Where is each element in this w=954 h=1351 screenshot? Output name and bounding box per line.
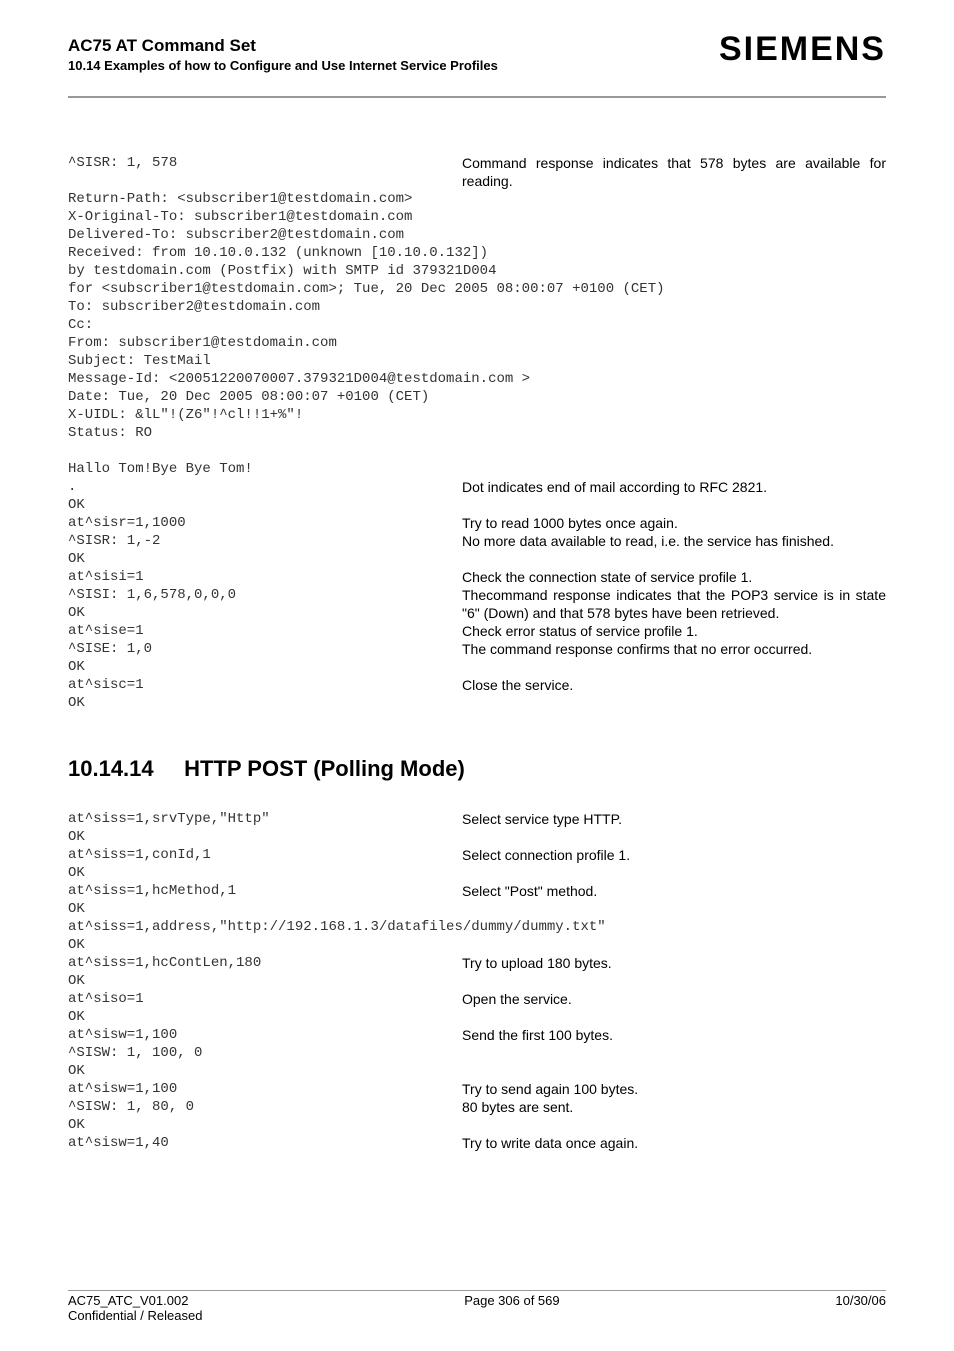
description-text: Open the service. [462,990,886,1008]
terminal-row: OK [68,828,886,846]
terminal-output: OK [68,550,462,568]
description-text: Try to read 1000 bytes once again. [462,514,886,532]
terminal-row: at^siss=1,address,"http://192.168.1.3/da… [68,918,886,936]
terminal-row: OK [68,1008,886,1026]
terminal-row: OK [68,550,886,568]
terminal-row: at^siss=1,srvType,"Http"Select service t… [68,810,886,828]
terminal-output: OK [68,972,462,990]
description-text: 80 bytes are sent. [462,1098,886,1116]
doc-title: AC75 AT Command Set [68,36,498,56]
terminal-output: OK [68,900,462,918]
terminal-output: OK [68,864,462,882]
section-number: 10.14.14 [68,756,178,782]
description-text: Select service type HTTP. [462,810,886,828]
terminal-row: at^sisw=1,100Send the first 100 bytes. [68,1026,886,1044]
description-text: Check error status of service profile 1. [462,622,886,640]
terminal-output: ^SISW: 1, 80, 0 [68,1098,462,1116]
terminal-output: at^sise=1 [68,622,462,640]
terminal-row: OK [68,496,886,514]
terminal-output: OK [68,658,462,676]
terminal-output: ^SISE: 1,0 [68,640,462,658]
terminal-row: OK [68,936,886,954]
section-heading: 10.14.14 HTTP POST (Polling Mode) [68,756,886,782]
description-text: Try to upload 180 bytes. [462,954,886,972]
terminal-row: at^sisw=1,100Try to send again 100 bytes… [68,1080,886,1098]
terminal-output: at^siss=1,hcMethod,1 [68,882,462,900]
terminal-row: ^SISW: 1, 100, 0 [68,1044,886,1062]
description-text: Command response indicates that 578 byte… [462,154,886,190]
footer-date: 10/30/06 [835,1293,886,1308]
doc-subtitle: 10.14 Examples of how to Configure and U… [68,58,498,74]
page-header: AC75 AT Command Set 10.14 Examples of ho… [68,36,886,98]
terminal-row: at^sisr=1,1000 Try to read 1000 bytes on… [68,514,886,532]
terminal-output: at^sisc=1 [68,676,462,694]
terminal-row: at^siso=1Open the service. [68,990,886,1008]
brand-logo: SIEMENS [719,30,886,69]
description-text: No more data available to read, i.e. the… [462,532,886,550]
terminal-output: ^SISR: 1, 578 [68,154,462,172]
description-text: Dot indicates end of mail according to R… [462,478,886,496]
body-content: ^SISR: 1, 578 Command response indicates… [68,154,886,1152]
terminal-output: OK [68,1116,462,1134]
terminal-output: OK [68,1008,462,1026]
terminal-output: OK [68,936,462,954]
terminal-row: . Dot indicates end of mail according to… [68,478,886,496]
description-text: Close the service. [462,676,886,694]
terminal-row: at^sise=1 Check error status of service … [68,622,886,640]
terminal-row: OK [68,694,886,712]
terminal-output: at^siss=1,hcContLen,180 [68,954,462,972]
terminal-row: ^SISI: 1,6,578,0,0,0 OK Thecommand respo… [68,586,886,622]
page-footer: AC75_ATC_V01.002 Page 306 of 569 10/30/0… [68,1290,886,1323]
terminal-output: at^siss=1,address,"http://192.168.1.3/da… [68,918,462,936]
description-text: Check the connection state of service pr… [462,568,886,586]
terminal-output: OK [68,828,462,846]
description-text: Send the first 100 bytes. [462,1026,886,1044]
terminal-output: OK [68,496,462,514]
terminal-output: at^sisr=1,1000 [68,514,462,532]
description-text: Thecommand response indicates that the P… [462,586,886,622]
description-text: Select "Post" method. [462,882,886,900]
description-text: The command response confirms that no er… [462,640,886,658]
footer-page-number: Page 306 of 569 [464,1293,559,1308]
terminal-row: ^SISW: 1, 80, 080 bytes are sent. [68,1098,886,1116]
footer-confidentiality: Confidential / Released [68,1308,202,1323]
terminal-output: OK [68,1062,462,1080]
header-left: AC75 AT Command Set 10.14 Examples of ho… [68,36,498,74]
description-text: Select connection profile 1. [462,846,886,864]
terminal-output: at^sisi=1 [68,568,462,586]
terminal-row: at^sisi=1 Check the connection state of … [68,568,886,586]
terminal-row: OK [68,1116,886,1134]
section-title: HTTP POST (Polling Mode) [184,756,465,781]
description-text: Try to write data once again. [462,1134,886,1152]
terminal-output: ^SISR: 1,-2 [68,532,462,550]
terminal-row: at^siss=1,conId,1Select connection profi… [68,846,886,864]
terminal-row: at^sisc=1 Close the service. [68,676,886,694]
terminal-row: ^SISR: 1, 578 Command response indicates… [68,154,886,190]
terminal-row: at^sisw=1,40Try to write data once again… [68,1134,886,1152]
description-text: Try to send again 100 bytes. [462,1080,886,1098]
terminal-row: at^siss=1,hcContLen,180Try to upload 180… [68,954,886,972]
terminal-row: OK [68,658,886,676]
terminal-row: ^SISE: 1,0 The command response confirms… [68,640,886,658]
terminal-row: OK [68,900,886,918]
terminal-output: at^siss=1,srvType,"Http" [68,810,462,828]
terminal-output: ^SISI: 1,6,578,0,0,0 OK [68,586,462,622]
terminal-output: at^siss=1,conId,1 [68,846,462,864]
terminal-row: at^siss=1,hcMethod,1Select "Post" method… [68,882,886,900]
terminal-output: at^sisw=1,100 [68,1080,462,1098]
terminal-output: OK [68,694,462,712]
terminal-row: OK [68,972,886,990]
terminal-row: OK [68,864,886,882]
terminal-output: at^sisw=1,40 [68,1134,462,1152]
terminal-row: OK [68,1062,886,1080]
terminal-row: ^SISR: 1,-2 No more data available to re… [68,532,886,550]
mail-content-block: Return-Path: <subscriber1@testdomain.com… [68,190,886,478]
terminal-output: . [68,478,462,496]
terminal-output: at^siso=1 [68,990,462,1008]
terminal-output: ^SISW: 1, 100, 0 [68,1044,462,1062]
terminal-output: at^sisw=1,100 [68,1026,462,1044]
footer-doc-id: AC75_ATC_V01.002 [68,1293,188,1308]
